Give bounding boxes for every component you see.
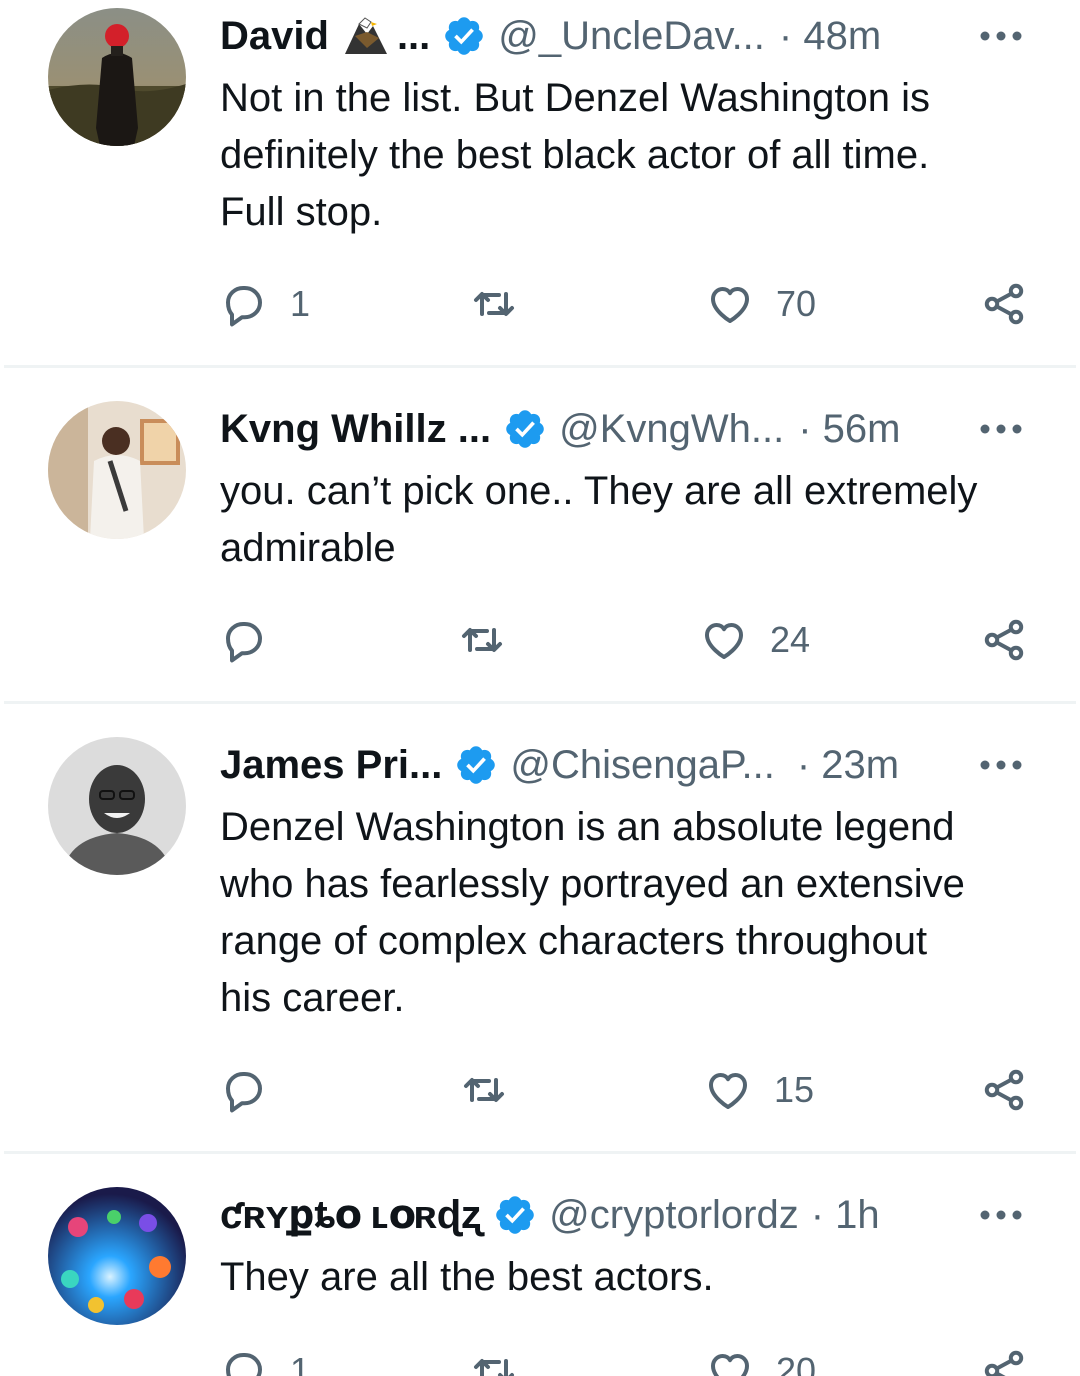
user-handle[interactable]: @ChisengaP...	[510, 743, 774, 788]
display-name[interactable]: Kvng Whillz ...	[220, 407, 491, 452]
like-count: 20	[776, 1350, 817, 1376]
like-count: 70	[776, 283, 817, 324]
avatar[interactable]	[48, 8, 186, 146]
display-name[interactable]: ƈʀʏքȶօ ʟօʀɖʐ	[220, 1192, 481, 1238]
share-icon	[984, 283, 1024, 325]
tweet-actions: 24	[220, 615, 1040, 665]
more-options-icon[interactable]	[976, 8, 1026, 64]
reply-icon	[226, 622, 262, 663]
retweet-icon	[462, 628, 502, 652]
like-icon	[711, 287, 749, 323]
avatar[interactable]	[48, 737, 186, 875]
verified-badge-icon	[496, 1196, 534, 1234]
retweet-button[interactable]	[470, 1346, 518, 1376]
verified-badge-icon	[445, 17, 484, 55]
retweet-button[interactable]	[458, 615, 506, 665]
verified-badge-icon	[506, 410, 544, 448]
like-button[interactable]: 24	[700, 615, 810, 665]
timestamp[interactable]: · 23m	[797, 743, 899, 788]
retweet-icon	[464, 1078, 504, 1102]
reply-icon	[226, 1353, 262, 1376]
tweet-4[interactable]: ƈʀʏքȶօ ʟօʀɖʐ @cryptorlordz · 1h They are…	[0, 1154, 1080, 1376]
tweet-text: Denzel Washington is an absolute legend …	[220, 805, 965, 1020]
more-options-icon[interactable]	[976, 737, 1026, 793]
display-name[interactable]: James Pri...	[220, 743, 442, 788]
like-button[interactable]: 20	[706, 1346, 816, 1376]
avatar[interactable]	[48, 1187, 186, 1325]
like-button[interactable]: 70	[706, 279, 816, 329]
reply-button[interactable]: 1	[220, 279, 310, 329]
tweet-2[interactable]: Kvng Whillz ... @KvngWh... · 56m you. ca…	[0, 368, 1080, 702]
user-handle[interactable]: @_UncleDav...	[498, 14, 765, 59]
tweet-header: ƈʀʏքȶօ ʟօʀɖʐ @cryptorlordz · 1h	[220, 1187, 1040, 1243]
name-truncation: ...	[396, 13, 431, 58]
tweet-header: David ... @_UncleDav... · 48m	[220, 8, 1040, 64]
display-name[interactable]: David	[220, 14, 329, 59]
more-options-icon[interactable]	[976, 401, 1026, 457]
timestamp[interactable]: · 56m	[798, 407, 900, 452]
like-count: 15	[774, 1069, 815, 1110]
user-handle[interactable]: @KvngWh...	[559, 407, 784, 452]
timestamp[interactable]: · 48m	[779, 14, 881, 59]
reply-count: 1	[290, 1350, 311, 1376]
share-icon	[984, 1069, 1024, 1111]
retweet-button[interactable]	[460, 1065, 508, 1115]
tweet-text: Not in the list. But Denzel Washington i…	[220, 76, 930, 234]
tweet-header: James Pri... @ChisengaP... · 23m	[220, 737, 1040, 793]
tweet-1[interactable]: David ... @_UncleDav... · 48m Not in the…	[0, 0, 1080, 366]
reply-button[interactable]	[220, 615, 290, 665]
tweet-text: you. can’t pick one.. They are all extre…	[220, 469, 978, 570]
share-button[interactable]	[980, 615, 1028, 665]
reply-button[interactable]: 1	[220, 1346, 310, 1376]
share-icon	[984, 619, 1024, 661]
share-icon	[984, 1350, 1024, 1376]
verified-badge-icon	[457, 746, 496, 784]
eagle-emoji-icon	[344, 17, 387, 54]
like-button[interactable]: 15	[704, 1065, 814, 1115]
timestamp[interactable]: · 1h	[811, 1193, 880, 1238]
reply-icon	[226, 286, 262, 327]
tweet-text: They are all the best actors.	[220, 1255, 714, 1299]
like-icon	[709, 1073, 747, 1109]
tweet-actions: 1 70	[220, 279, 1040, 329]
avatar[interactable]	[48, 401, 186, 539]
share-button[interactable]	[980, 1065, 1028, 1115]
share-button[interactable]	[980, 279, 1028, 329]
tweet-actions: 15	[220, 1065, 1040, 1115]
share-button[interactable]	[980, 1346, 1028, 1376]
tweet-actions: 1 20	[220, 1346, 1040, 1376]
retweet-icon	[474, 1359, 514, 1376]
tweet-3[interactable]: James Pri... @ChisengaP... · 23m Denzel …	[0, 704, 1080, 1150]
user-handle[interactable]: @cryptorlordz	[549, 1193, 799, 1238]
reply-icon	[226, 1072, 262, 1113]
tweet-header: Kvng Whillz ... @KvngWh... · 56m	[220, 401, 1040, 457]
like-icon	[705, 623, 743, 659]
like-icon	[711, 1354, 749, 1376]
reply-count: 1	[290, 283, 311, 324]
like-count: 24	[770, 619, 811, 660]
retweet-button[interactable]	[470, 279, 518, 329]
retweet-icon	[474, 292, 514, 316]
reply-button[interactable]	[220, 1065, 290, 1115]
more-options-icon[interactable]	[976, 1187, 1026, 1243]
